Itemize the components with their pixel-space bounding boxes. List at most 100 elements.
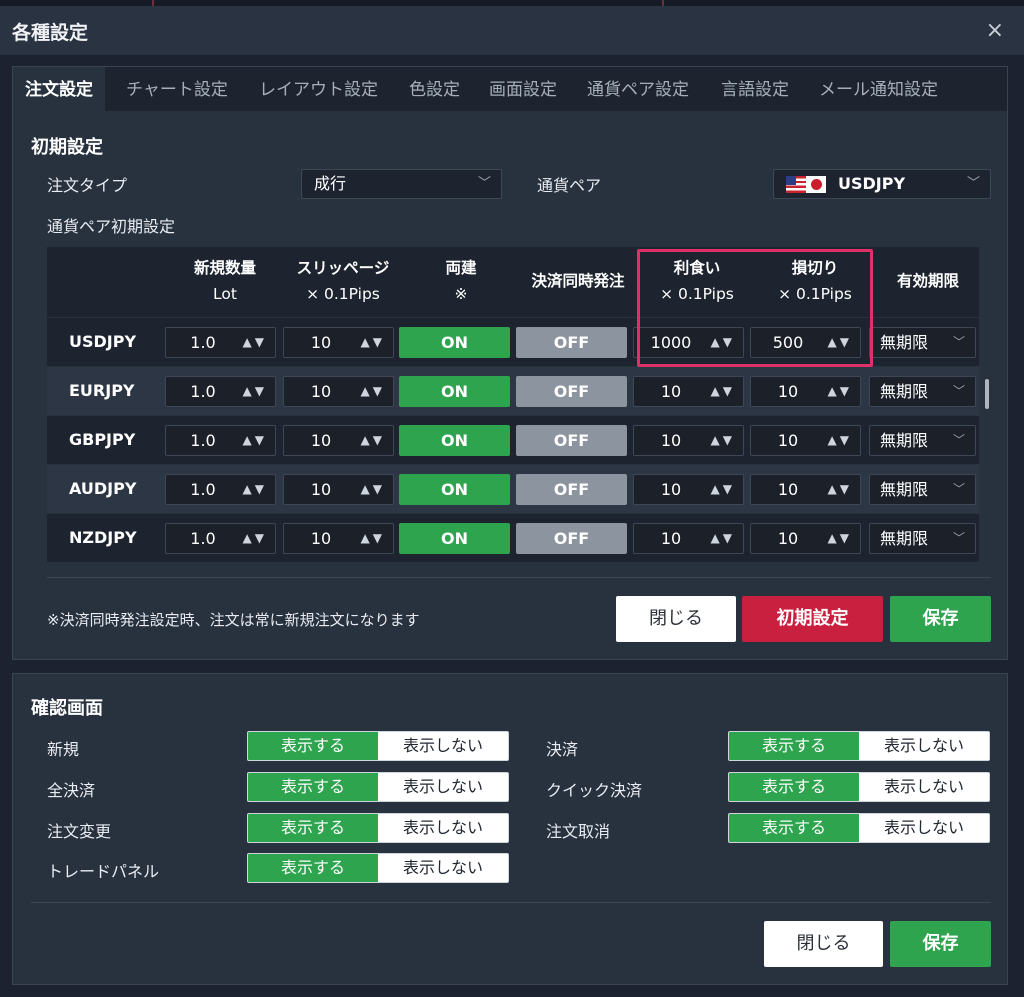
simultaneous-order-toggle[interactable]: OFF bbox=[516, 523, 627, 554]
us-jp-flag-icon bbox=[786, 176, 826, 193]
order-type-select[interactable]: 成行 ﹀ bbox=[301, 169, 502, 199]
lot-stepper[interactable]: 1.0 ▲▼ bbox=[165, 523, 276, 554]
confirm-cancel-toggle[interactable]: 表示する 表示しない bbox=[728, 813, 990, 843]
lot-stepper[interactable]: 1.0 ▲▼ bbox=[165, 327, 276, 358]
show-option[interactable]: 表示する bbox=[729, 814, 859, 842]
hide-option[interactable]: 表示しない bbox=[378, 773, 508, 801]
show-option[interactable]: 表示する bbox=[248, 814, 378, 842]
tab-language-settings[interactable]: 言語設定 bbox=[721, 67, 789, 111]
lot-stepper[interactable]: 1.0 ▲▼ bbox=[165, 474, 276, 505]
slippage-stepper[interactable]: 10 ▲▼ bbox=[283, 425, 394, 456]
tab-screen-settings[interactable]: 画面設定 bbox=[489, 67, 557, 111]
confirm-all-settle-toggle[interactable]: 表示する 表示しない bbox=[247, 772, 509, 802]
tab-currency-pair-settings[interactable]: 通貨ペア設定 bbox=[587, 67, 689, 111]
show-option[interactable]: 表示する bbox=[248, 773, 378, 801]
both-sides-toggle[interactable]: ON bbox=[399, 425, 510, 456]
reset-defaults-button[interactable]: 初期設定 bbox=[742, 596, 883, 642]
chevron-down-icon: ﹀ bbox=[966, 176, 980, 191]
confirm-new-toggle[interactable]: 表示する 表示しない bbox=[247, 731, 509, 761]
take-profit-stepper[interactable]: 10 ▲▼ bbox=[633, 425, 744, 456]
simultaneous-order-toggle[interactable]: OFF bbox=[516, 327, 627, 358]
simultaneous-order-toggle[interactable]: OFF bbox=[516, 425, 627, 456]
save-button[interactable]: 保存 bbox=[890, 921, 991, 967]
hide-option[interactable]: 表示しない bbox=[859, 732, 989, 760]
stepper-arrows-icon: ▲▼ bbox=[360, 433, 385, 447]
chevron-down-icon: ﹀ bbox=[952, 531, 965, 545]
window-title: 各種設定 bbox=[12, 22, 89, 44]
hide-option[interactable]: 表示しない bbox=[378, 814, 508, 842]
order-type-label: 注文タイプ bbox=[47, 176, 128, 195]
expiry-select[interactable]: 無期限 ﹀ bbox=[869, 327, 976, 358]
both-sides-toggle[interactable]: ON bbox=[399, 523, 510, 554]
stepper-arrows-icon: ▲▼ bbox=[710, 384, 735, 398]
hide-option[interactable]: 表示しない bbox=[859, 814, 989, 842]
settings-tabs: 注文設定 チャート設定 レイアウト設定 色設定 画面設定 通貨ペア設定 言語設定… bbox=[13, 67, 1007, 111]
tp-sl-highlight-frame bbox=[637, 249, 873, 367]
chevron-down-icon: ﹀ bbox=[952, 433, 965, 447]
initial-settings-title: 初期設定 bbox=[31, 137, 103, 158]
confirm-trade-panel-toggle[interactable]: 表示する 表示しない bbox=[247, 853, 509, 883]
tab-mail-notification-settings[interactable]: メール通知設定 bbox=[819, 67, 938, 111]
currency-pair-select[interactable]: USDJPY ﹀ bbox=[773, 169, 991, 199]
stepper-arrows-icon: ▲▼ bbox=[360, 482, 385, 496]
stop-loss-stepper[interactable]: 10 ▲▼ bbox=[750, 523, 861, 554]
stepper-arrows-icon: ▲▼ bbox=[360, 335, 385, 349]
slippage-stepper[interactable]: 10 ▲▼ bbox=[283, 327, 394, 358]
table-row: EURJPY 1.0 ▲▼ 10 ▲▼ ON OFF 10 ▲▼ 10 ▲▼ 無期限 ﹀ bbox=[47, 367, 979, 415]
save-button[interactable]: 保存 bbox=[890, 596, 991, 642]
stop-loss-stepper[interactable]: 10 ▲▼ bbox=[750, 376, 861, 407]
close-button[interactable]: 閉じる bbox=[616, 596, 736, 642]
show-option[interactable]: 表示する bbox=[729, 773, 859, 801]
confirmation-title: 確認画面 bbox=[31, 698, 103, 719]
header-expiry: 有効期限 bbox=[896, 272, 959, 290]
stop-loss-stepper[interactable]: 10 ▲▼ bbox=[750, 474, 861, 505]
pair-name: AUDJPY bbox=[69, 479, 137, 498]
pair-name: USDJPY bbox=[69, 332, 137, 351]
lot-stepper[interactable]: 1.0 ▲▼ bbox=[165, 376, 276, 407]
slippage-stepper[interactable]: 10 ▲▼ bbox=[283, 474, 394, 505]
both-sides-toggle[interactable]: ON bbox=[399, 474, 510, 505]
hide-option[interactable]: 表示しない bbox=[378, 854, 508, 882]
take-profit-stepper[interactable]: 10 ▲▼ bbox=[633, 474, 744, 505]
both-sides-toggle[interactable]: ON bbox=[399, 376, 510, 407]
tab-order-settings[interactable]: 注文設定 bbox=[13, 67, 105, 111]
confirm-settle-toggle[interactable]: 表示する 表示しない bbox=[728, 731, 990, 761]
show-option[interactable]: 表示する bbox=[729, 732, 859, 760]
tab-layout-settings[interactable]: レイアウト設定 bbox=[259, 67, 378, 111]
take-profit-stepper[interactable]: 10 ▲▼ bbox=[633, 523, 744, 554]
confirm-settle-label: 決済 bbox=[546, 740, 579, 759]
simultaneous-order-note: ※決済同時発注設定時、注文は常に新規注文になります bbox=[47, 611, 420, 629]
grid-scrollbar[interactable] bbox=[985, 379, 989, 409]
tab-chart-settings[interactable]: チャート設定 bbox=[126, 67, 228, 111]
tab-color-settings[interactable]: 色設定 bbox=[409, 67, 460, 111]
stepper-arrows-icon: ▲▼ bbox=[710, 482, 735, 496]
stepper-arrows-icon: ▲▼ bbox=[360, 384, 385, 398]
stop-loss-stepper[interactable]: 10 ▲▼ bbox=[750, 425, 861, 456]
expiry-select[interactable]: 無期限 ﹀ bbox=[869, 523, 976, 554]
simultaneous-order-toggle[interactable]: OFF bbox=[516, 474, 627, 505]
slippage-stepper[interactable]: 10 ▲▼ bbox=[283, 376, 394, 407]
slippage-stepper[interactable]: 10 ▲▼ bbox=[283, 523, 394, 554]
confirm-modify-toggle[interactable]: 表示する 表示しない bbox=[247, 813, 509, 843]
stepper-arrows-icon: ▲▼ bbox=[242, 335, 267, 349]
chevron-down-icon: ﹀ bbox=[952, 482, 965, 496]
pair-name: GBPJPY bbox=[69, 430, 136, 449]
stepper-arrows-icon: ▲▼ bbox=[242, 482, 267, 496]
divider bbox=[31, 902, 991, 903]
hide-option[interactable]: 表示しない bbox=[378, 732, 508, 760]
both-sides-toggle[interactable]: ON bbox=[399, 327, 510, 358]
expiry-select[interactable]: 無期限 ﹀ bbox=[869, 376, 976, 407]
show-option[interactable]: 表示する bbox=[248, 732, 378, 760]
take-profit-stepper[interactable]: 10 ▲▼ bbox=[633, 376, 744, 407]
order-type-value: 成行 bbox=[314, 174, 347, 193]
expiry-select[interactable]: 無期限 ﹀ bbox=[869, 425, 976, 456]
header-both-sides: 両建 ※ bbox=[445, 259, 477, 303]
hide-option[interactable]: 表示しない bbox=[859, 773, 989, 801]
confirm-quick-settle-toggle[interactable]: 表示する 表示しない bbox=[728, 772, 990, 802]
close-button[interactable]: 閉じる bbox=[764, 921, 883, 967]
expiry-select[interactable]: 無期限 ﹀ bbox=[869, 474, 976, 505]
lot-stepper[interactable]: 1.0 ▲▼ bbox=[165, 425, 276, 456]
simultaneous-order-toggle[interactable]: OFF bbox=[516, 376, 627, 407]
show-option[interactable]: 表示する bbox=[248, 854, 378, 882]
close-icon[interactable]: × bbox=[986, 18, 1004, 43]
